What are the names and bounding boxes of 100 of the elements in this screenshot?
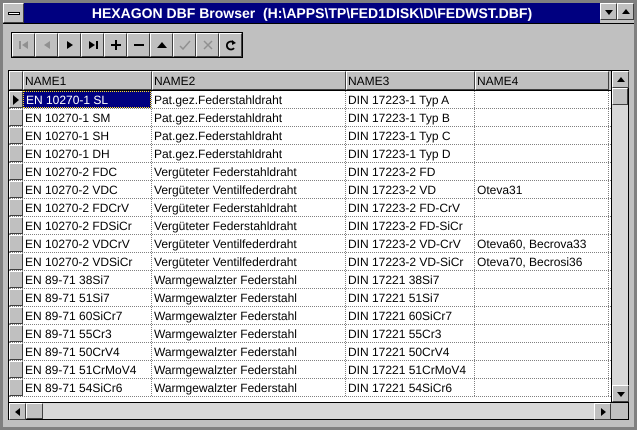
scroll-right-button[interactable]: [594, 403, 611, 420]
table-cell-text: Vergüteter Federstahldraht: [153, 200, 298, 216]
table-cell-text: Pat.gez.Federstahldraht: [153, 128, 284, 144]
dash-icon: [8, 12, 20, 14]
table-cell-text: EN 10270-2 FDC: [24, 164, 118, 180]
table-cell-text: EN 10270-2 FDCrV: [24, 200, 130, 216]
skip-left-icon: [18, 39, 30, 51]
last-button[interactable]: [81, 33, 104, 57]
table-cell-text: DIN 17221 60SiCr7: [347, 308, 454, 324]
column-header[interactable]: NAME3: [346, 71, 475, 90]
table-cell-text: Warmgewalzter Federstahl: [153, 272, 298, 288]
table-cell-text: DIN 17221 54SiCr6: [347, 380, 454, 396]
table-cell-text: DIN 17223-1 Typ A: [347, 92, 450, 108]
delete-button[interactable]: [127, 33, 150, 57]
row-indicator[interactable]: [9, 163, 23, 180]
row-indicator[interactable]: [9, 145, 23, 162]
table-cell-text: Warmgewalzter Federstahl: [153, 362, 298, 378]
pointer-icon: [13, 94, 19, 104]
table-cell-text: DIN 17221 51Si7: [347, 290, 440, 306]
vertical-scrollbar[interactable]: [611, 71, 628, 402]
row-indicator[interactable]: [9, 379, 23, 396]
table-cell-text: Vergüteter Federstahldraht: [153, 218, 298, 234]
table-cell-text: Warmgewalzter Federstahl: [153, 380, 298, 396]
system-menu-button[interactable]: [3, 3, 24, 23]
scroll-thumb[interactable]: [612, 88, 628, 105]
refresh-button[interactable]: [219, 33, 242, 57]
table-cell-text: DIN 17223-2 VD: [347, 182, 438, 198]
table-cell-text: Oteva70, Becrosi36: [476, 254, 584, 270]
row-indicator[interactable]: [9, 217, 23, 234]
table-cell-text: EN 10270-1 DH: [24, 146, 111, 162]
arrow-up-icon: [620, 6, 630, 16]
table-cell-text: Warmgewalzter Federstahl: [153, 344, 298, 360]
table-cell-text: DIN 17223-1 Typ C: [347, 128, 452, 144]
table-cell-text: Oteva31: [476, 182, 524, 198]
scroll-thumb[interactable]: [26, 403, 43, 419]
table-cell-text: DIN 17223-2 VD-CrV: [347, 236, 462, 252]
row-indicator[interactable]: [9, 91, 23, 108]
column-header[interactable]: NAME2: [152, 71, 346, 90]
table-cell-text: EN 89-71 51Si7: [24, 290, 111, 306]
insert-button[interactable]: [104, 33, 127, 57]
table-cell-text: DIN 17221 51CrMoV4: [347, 362, 468, 378]
next-button[interactable]: [58, 33, 81, 57]
row-indicator[interactable]: [9, 181, 23, 198]
row-indicator[interactable]: [9, 325, 23, 342]
row-indicator[interactable]: [9, 253, 23, 270]
row-indicator[interactable]: [9, 343, 23, 360]
row-indicator[interactable]: [9, 127, 23, 144]
table-cell-text: EN 10270-2 FDSiCr: [24, 218, 133, 234]
table-cell-text: DIN 17223-2 FD-CrV: [347, 200, 462, 216]
table-cell-text: EN 10270-2 VDSiCr: [24, 254, 134, 270]
row-indicator[interactable]: [9, 271, 23, 288]
scroll-left-button[interactable]: [9, 403, 26, 420]
scroll-up-button[interactable]: [612, 71, 629, 88]
table-cell-text: Pat.gez.Federstahldraht: [153, 146, 284, 162]
row-indicator[interactable]: [9, 109, 23, 126]
row-indicator[interactable]: [9, 307, 23, 324]
table-cell-text: DIN 17223-2 FD-SiCr: [347, 218, 464, 234]
column-header[interactable]: NAME1: [23, 71, 152, 90]
row-indicator[interactable]: [9, 361, 23, 378]
refresh-icon: [224, 39, 236, 51]
table-cell-text: EN 10270-1 SM: [24, 110, 112, 126]
window-title: HEXAGON DBF Browser (H:\APPS\TP\FED1DISK\D\FEDWST.DBF): [92, 4, 532, 23]
table-cell-text: DIN 17223-1 Typ D: [347, 146, 452, 162]
table-cell-text: EN 89-71 50CrV4: [24, 344, 121, 360]
skip-right-icon: [86, 39, 98, 51]
row-indicator[interactable]: [9, 289, 23, 306]
check-icon: [178, 39, 190, 51]
table-cell-text: EN 10270-2 VDC: [24, 182, 119, 198]
close-icon: [202, 39, 214, 51]
plus-icon: [110, 39, 122, 51]
horizontal-scrollbar[interactable]: [9, 403, 611, 419]
edit-button[interactable]: [150, 33, 173, 57]
minimize-button[interactable]: [600, 3, 617, 20]
table-cell-text: Vergüteter Ventilfederdraht: [153, 236, 298, 252]
table-cell-text: DIN 17223-1 Typ B: [347, 110, 451, 126]
row-indicator[interactable]: [9, 235, 23, 252]
table-cell-text: EN 89-71 55Cr3: [24, 326, 113, 342]
table-cell-text: EN 10270-1 SH: [24, 128, 110, 144]
table-cell-text: Warmgewalzter Federstahl: [153, 290, 298, 306]
table-cell-text: EN 89-71 54SiCr6: [24, 380, 124, 396]
column-header[interactable]: NAME4: [475, 71, 609, 90]
table-cell-text: Warmgewalzter Federstahl: [153, 326, 298, 342]
arrow-left-icon: [12, 406, 22, 416]
table-cell-text: DIN 17223-2 FD: [347, 164, 436, 180]
table-cell-text: Vergüteter Ventilfederdraht: [153, 182, 298, 198]
table-cell: EN 10270-1 SL: [23, 91, 151, 108]
table-cell-text: EN 89-71 51CrMoV4: [24, 362, 138, 378]
table-cell-text: Pat.gez.Federstahldraht: [153, 110, 284, 126]
table-cell-text: EN 89-71 60SiCr7: [24, 308, 124, 324]
scrollbar-corner: [611, 403, 628, 419]
table-cell-text: DIN 17221 50CrV4: [347, 344, 450, 360]
table-cell-text: DIN 17221 38Si7: [347, 272, 440, 288]
maximize-button[interactable]: [617, 3, 634, 20]
table-cell-text: EN 89-71 38Si7: [24, 272, 111, 288]
scroll-down-button[interactable]: [612, 385, 629, 402]
table-cell-text: DIN 17223-2 VD-SiCr: [347, 254, 464, 270]
row-indicator[interactable]: [9, 199, 23, 216]
table-cell-text: Warmgewalzter Federstahl: [153, 308, 298, 324]
table-cell-text: DIN 17221 55Cr3: [347, 326, 442, 342]
table-cell-text: Oteva60, Becrova33: [476, 236, 588, 252]
